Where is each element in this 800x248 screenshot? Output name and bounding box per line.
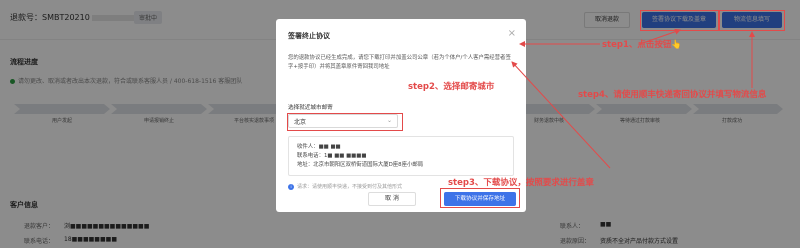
annotation-step3: step3、下载协议，按照要求进行盖章 [448,178,594,188]
annotation-step4: step4、请使用顺丰快递寄回协议并填写物流信息 [578,90,767,100]
annotation-step2: step2、选择邮寄城市 [408,82,495,92]
arrow-step3 [511,61,611,169]
annotation-step1: step1、点击按钮👆 [602,40,682,50]
